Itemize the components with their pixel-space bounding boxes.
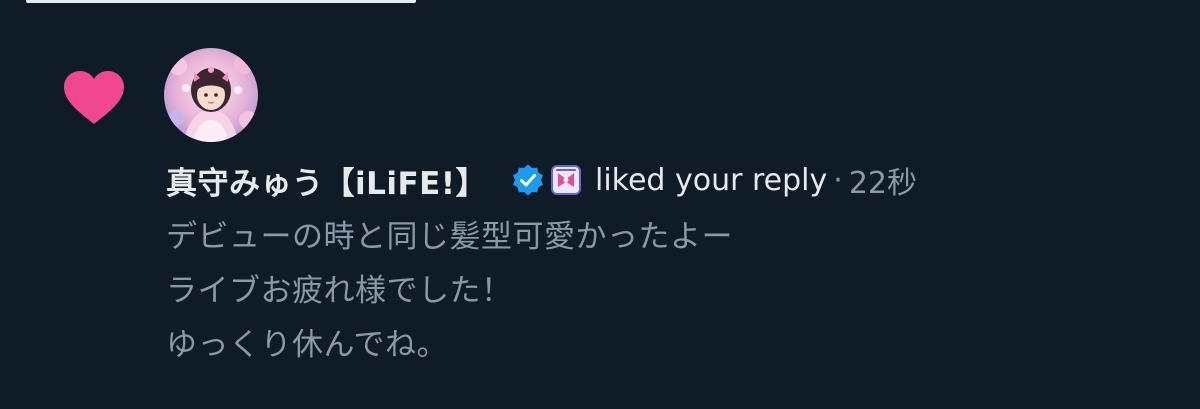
display-name[interactable]: 真守みゅう【iLiFE!】 [166,158,487,203]
reply-line-2: ライブお疲れ様でした！ [166,273,513,309]
reply-line-3: ゆっくり休んでね。 [166,327,448,363]
reply-line-1: デビューの時と同じ髪型可愛かったよー [166,219,733,255]
separator-dot: · [833,162,843,198]
heart-icon [62,70,126,126]
timestamp: 22秒 [848,166,917,201]
affiliate-badge-icon[interactable] [549,163,583,197]
verified-badge-icon [511,163,545,197]
reply-text[interactable]: デビューの時と同じ髪型可愛かったよー ライブお疲れ様でした！ ゆっくり休んでね。 [166,210,733,372]
like-notification[interactable]: 真守みゅう【iLiFE!】 liked your reply · 22秒 デビュ… [0,0,1200,409]
avatar[interactable] [164,48,258,142]
notification-header: 真守みゅう【iLiFE!】 liked your reply · 22秒 [166,158,917,202]
action-text: liked your reply [595,162,828,198]
